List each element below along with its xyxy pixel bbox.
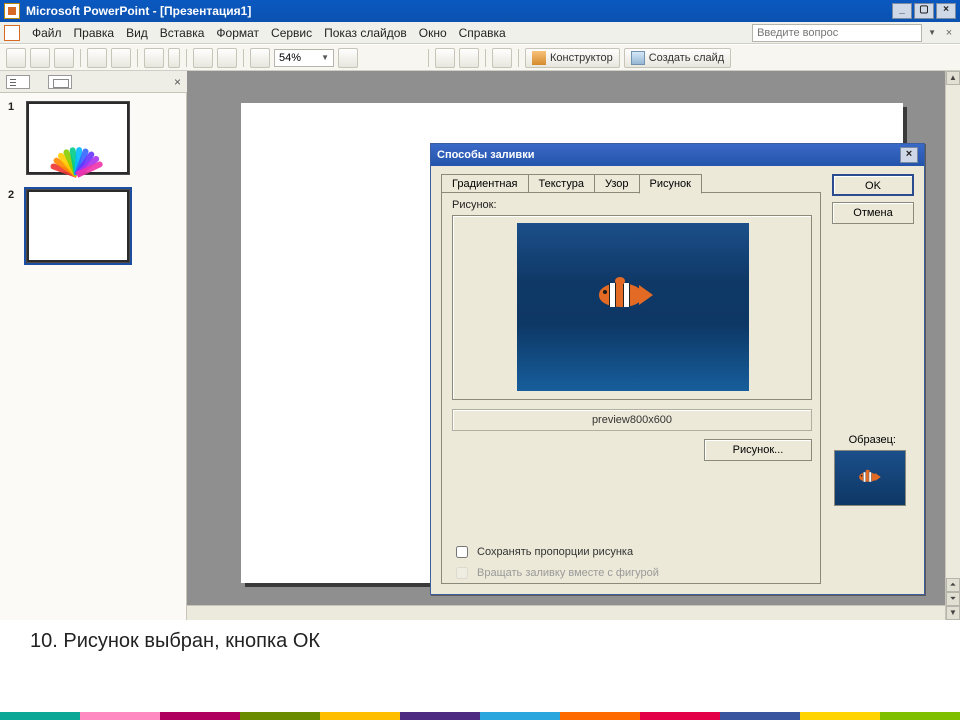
preview-icon[interactable] [111, 48, 131, 68]
redo-dropdown-icon[interactable] [168, 48, 180, 68]
menu-format[interactable]: Формат [210, 24, 265, 42]
sample-swatch [834, 450, 906, 506]
tab-gradient[interactable]: Градиентная [441, 174, 529, 194]
thumbnail-2[interactable]: 2 [8, 189, 178, 263]
ask-dropdown-icon[interactable]: ▼ [928, 28, 936, 37]
tab-body: Рисунок: preview800x600 Рисунок... Сохра… [441, 192, 821, 584]
designer-icon [532, 51, 546, 65]
menu-window[interactable]: Окно [413, 24, 453, 42]
minimize-button[interactable]: _ [892, 3, 912, 19]
ok-button[interactable]: OK [832, 174, 914, 196]
sample-label: Образец: [849, 434, 896, 446]
picture-preview-box [452, 215, 812, 400]
dialog-buttons: OK Отмена [832, 174, 914, 230]
slides-tab-icon[interactable] [48, 75, 72, 89]
new-doc-icon[interactable] [6, 48, 26, 68]
undo-icon[interactable] [144, 48, 164, 68]
menu-help[interactable]: Справка [453, 24, 512, 42]
next-slide-icon[interactable]: ⏷ [946, 592, 960, 606]
save-icon[interactable] [54, 48, 74, 68]
new-slide-button[interactable]: Создать слайд [624, 48, 731, 68]
ask-question-input[interactable] [752, 24, 922, 42]
designer-button[interactable]: Конструктор [525, 48, 620, 68]
close-button[interactable]: × [936, 3, 956, 19]
select-picture-button[interactable]: Рисунок... [704, 439, 812, 461]
outline-slides-tabs: × [0, 71, 187, 93]
standard-toolbar: 54%▼ Конструктор Создать слайд [0, 44, 960, 71]
tab-pattern[interactable]: Узор [594, 174, 640, 194]
slide-thumbnails-panel: 1 2 [0, 93, 187, 620]
horizontal-scrollbar[interactable] [187, 605, 945, 620]
bottom-color-strip [0, 712, 960, 720]
scroll-up-icon[interactable]: ▲ [946, 71, 960, 85]
window-buttons: _ ▢ × [892, 3, 956, 19]
app-icon [4, 3, 20, 19]
numbering-icon[interactable] [459, 48, 479, 68]
instruction-caption: 10. Рисунок выбран, кнопка ОК [30, 630, 320, 653]
pane-close-icon[interactable]: × [174, 75, 181, 89]
bullets-icon[interactable] [435, 48, 455, 68]
scroll-down-icon[interactable]: ▼ [946, 606, 960, 620]
help-icon[interactable] [338, 48, 358, 68]
tab-texture[interactable]: Текстура [528, 174, 595, 194]
title-bar: Microsoft PowerPoint - [Презентация1] _ … [0, 0, 960, 22]
outline-tab-icon[interactable] [6, 75, 30, 89]
menu-bar: Файл Правка Вид Вставка Формат Сервис По… [0, 22, 960, 44]
rotate-with-shape-checkbox: Вращать заливку вместе с фигурой [452, 564, 659, 582]
doc-icon[interactable] [4, 25, 20, 41]
picture-label: Рисунок: [452, 199, 497, 211]
prev-slide-icon[interactable]: ⏶ [946, 578, 960, 592]
clownfish-graphic [593, 275, 659, 315]
grid-icon[interactable] [250, 48, 270, 68]
dialog-title-bar[interactable]: Способы заливки × [431, 144, 924, 166]
cancel-button[interactable]: Отмена [832, 202, 914, 224]
title-text: Microsoft PowerPoint - [Презентация1] [26, 4, 251, 18]
chart-icon[interactable] [193, 48, 213, 68]
mdi-close-button[interactable]: × [942, 27, 956, 39]
open-icon[interactable] [30, 48, 50, 68]
restore-button[interactable]: ▢ [914, 3, 934, 19]
menu-tools[interactable]: Сервис [265, 24, 318, 42]
thumbnail-1[interactable]: 1 [8, 101, 178, 175]
new-slide-icon [631, 51, 645, 65]
zoom-combo[interactable]: 54%▼ [274, 49, 334, 67]
menu-insert[interactable]: Вставка [154, 24, 211, 42]
table-icon[interactable] [217, 48, 237, 68]
preview-image [517, 223, 749, 391]
menu-slideshow[interactable]: Показ слайдов [318, 24, 413, 42]
zoom-dropdown-icon[interactable]: ▼ [321, 53, 329, 62]
menu-file[interactable]: Файл [26, 24, 68, 42]
dialog-close-button[interactable]: × [900, 147, 918, 163]
vertical-scrollbar[interactable]: ▲ ⏶ ⏷ ▼ [945, 71, 960, 620]
dialog-tabs: Градиентная Текстура Узор Рисунок [441, 174, 701, 194]
increase-indent-icon[interactable] [492, 48, 512, 68]
print-icon[interactable] [87, 48, 107, 68]
menu-view[interactable]: Вид [120, 24, 154, 42]
color-fan-graphic [27, 102, 129, 174]
lock-aspect-checkbox[interactable]: Сохранять пропорции рисунка [452, 543, 633, 561]
picture-filename-box: preview800x600 [452, 409, 812, 431]
tab-picture[interactable]: Рисунок [639, 174, 703, 194]
menu-edit[interactable]: Правка [68, 24, 121, 42]
fill-effects-dialog: Способы заливки × Градиентная Текстура У… [430, 143, 925, 595]
